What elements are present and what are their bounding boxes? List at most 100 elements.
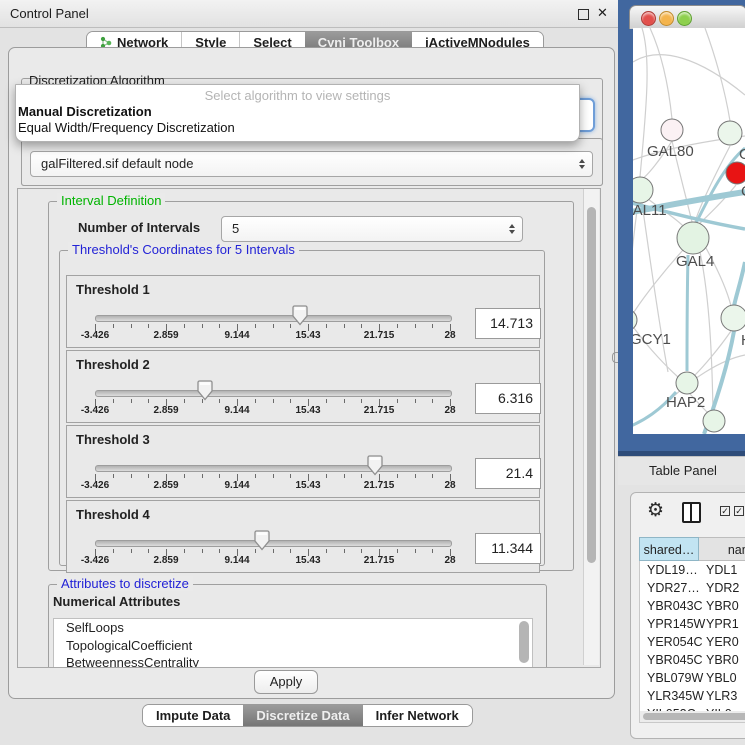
network-node-C-red[interactable] <box>726 162 745 184</box>
network-edge[interactable] <box>700 252 713 410</box>
table-row[interactable]: YBL079WYBL0 <box>640 669 745 687</box>
list-scrollbar[interactable] <box>519 621 529 663</box>
table-row[interactable]: YER054CYER0 <box>640 633 745 651</box>
threshold-value-field[interactable]: 21.4 <box>475 458 541 489</box>
tick-label: -3.426 <box>81 405 109 416</box>
network-node-GAL80[interactable] <box>661 119 683 141</box>
apply-button[interactable]: Apply <box>254 670 318 694</box>
slider-track[interactable] <box>95 315 452 322</box>
network-node-GAL4[interactable] <box>677 222 709 254</box>
algorithm-dropdown-popup: Select algorithm to view settings Manual… <box>15 84 580 142</box>
tick-label: -3.426 <box>81 555 109 566</box>
scrollbar-thumb[interactable] <box>643 713 745 720</box>
attribute-item[interactable]: SelfLoops <box>54 619 532 637</box>
network-edge[interactable] <box>734 262 745 306</box>
node-label: GAL11 <box>633 202 667 219</box>
horizontal-scrollbar[interactable] <box>639 711 745 723</box>
attribute-item[interactable]: BetweennessCentrality <box>54 654 532 668</box>
table-row[interactable]: YDR27…YDR2 <box>640 579 745 597</box>
table-cell: YBR043C <box>640 597 699 615</box>
slider-track[interactable] <box>95 540 452 547</box>
slider-track[interactable] <box>95 390 452 397</box>
vertical-scrollbar[interactable] <box>583 189 599 665</box>
slider-thumb[interactable] <box>254 530 270 551</box>
table-row[interactable]: YBR045CYBR0 <box>640 651 745 669</box>
popup-hint: Select algorithm to view settings <box>16 87 579 104</box>
table-row[interactable]: YDL19…YDL1 <box>640 561 745 579</box>
tick-label: 21.715 <box>364 405 395 416</box>
numerical-attributes-label: Numerical Attributes <box>53 594 180 609</box>
float-window-icon[interactable] <box>578 9 589 20</box>
table-data-combobox[interactable]: galFiltered.sif default node <box>30 151 593 177</box>
tab-label: Infer Network <box>376 708 459 723</box>
slider-thumb[interactable] <box>292 305 308 326</box>
slider-thumb[interactable] <box>367 455 383 476</box>
node-table[interactable]: shared…name YDL19…YDL1YDR27…YDR2YBR043CY… <box>639 537 745 714</box>
table-toolbar: ⚙ ✓ ✓ <box>631 493 745 533</box>
columns-icon[interactable] <box>682 502 701 523</box>
interval-definition-group: Interval Definition Number of Intervals … <box>48 201 574 571</box>
thresholds-title: Threshold's Coordinates for 5 Intervals <box>68 242 299 257</box>
unselect-all-checkbox-icon[interactable]: ✓ <box>734 506 744 516</box>
column-header-name[interactable]: name <box>699 537 745 561</box>
table-cell: YBR0 <box>699 651 745 669</box>
gear-icon[interactable]: ⚙ <box>647 499 664 522</box>
combo-spinner-icon <box>509 224 515 234</box>
table-cell: YPR1 <box>699 615 745 633</box>
popup-item-1[interactable]: Manual Discretization <box>16 104 579 120</box>
node-label: GA <box>739 146 745 163</box>
table-cell: YBL079W <box>640 669 699 687</box>
slider-ticks <box>95 549 450 557</box>
network-node-HAP2[interactable] <box>676 372 698 394</box>
tick-label: 28 <box>444 555 455 566</box>
network-view-canvas[interactable]: GAL80GACGAL11GAL4GCY1HHAP2 <box>633 28 745 434</box>
close-icon[interactable]: ✕ <box>597 5 608 21</box>
threshold-value-field[interactable]: 11.344 <box>475 533 541 564</box>
number-of-intervals-combobox[interactable]: 5 <box>221 216 523 242</box>
slider-track[interactable] <box>95 465 452 472</box>
table-row[interactable]: YPR145WYPR1 <box>640 615 745 633</box>
zoom-traffic-light-icon[interactable] <box>677 11 692 26</box>
bottom-tab-discretize-data[interactable]: Discretize Data <box>243 705 362 726</box>
tick-label: -3.426 <box>81 480 109 491</box>
tick-label: 28 <box>444 330 455 341</box>
network-edge[interactable] <box>650 28 672 119</box>
network-node-node[interactable] <box>703 410 725 432</box>
minimize-traffic-light-icon[interactable] <box>659 11 674 26</box>
numerical-attributes-list[interactable]: SelfLoopsTopologicalCoefficientBetweenne… <box>53 618 533 668</box>
node-label: GAL80 <box>647 143 694 160</box>
tick-label: 2.859 <box>153 480 178 491</box>
slider-thumb[interactable] <box>197 380 213 401</box>
scrollbar-thumb[interactable] <box>587 207 596 563</box>
close-traffic-light-icon[interactable] <box>641 11 656 26</box>
table-cell: YDL1 <box>699 561 745 579</box>
threshold-value-field[interactable]: 14.713 <box>475 308 541 339</box>
table-cell: YLR3 <box>699 687 745 705</box>
tick-label: 15.43 <box>295 330 320 341</box>
threshold-2-panel: Threshold 2-3.4262.8599.14415.4321.71528… <box>66 350 540 423</box>
threshold-1-panel: Threshold 1-3.4262.8599.14415.4321.71528… <box>66 275 540 348</box>
table-data-value: galFiltered.sif default node <box>41 156 193 171</box>
network-edge[interactable] <box>687 255 688 371</box>
network-edge[interactable] <box>633 55 745 95</box>
threshold-label: Threshold 2 <box>76 357 150 372</box>
table-data-group: Table Data galFiltered.sif default node <box>21 138 603 186</box>
select-all-checkbox-icon[interactable]: ✓ <box>720 506 730 516</box>
popup-item-2[interactable]: Equal Width/Frequency Discretization <box>16 120 579 136</box>
attribute-item[interactable]: TopologicalCoefficient <box>54 637 532 655</box>
bottom-tab-impute-data[interactable]: Impute Data <box>143 705 243 726</box>
network-node-GA[interactable] <box>718 121 742 145</box>
network-node-H[interactable] <box>721 305 745 331</box>
network-node-GCY1[interactable] <box>633 309 637 331</box>
table-panel-title: Table Panel <box>649 463 717 478</box>
node-label: HAP2 <box>666 394 705 411</box>
threshold-value-field[interactable]: 6.316 <box>475 383 541 414</box>
node-label: H <box>741 332 745 349</box>
table-row[interactable]: YBR043CYBR0 <box>640 597 745 615</box>
table-row[interactable]: YLR345WYLR3 <box>640 687 745 705</box>
bottom-tab-infer-network[interactable]: Infer Network <box>363 705 472 726</box>
network-edge[interactable] <box>695 148 745 225</box>
tick-label: 9.144 <box>224 405 249 416</box>
column-header-shared-name[interactable]: shared… <box>639 537 699 561</box>
network-node-GAL11[interactable] <box>633 177 653 203</box>
